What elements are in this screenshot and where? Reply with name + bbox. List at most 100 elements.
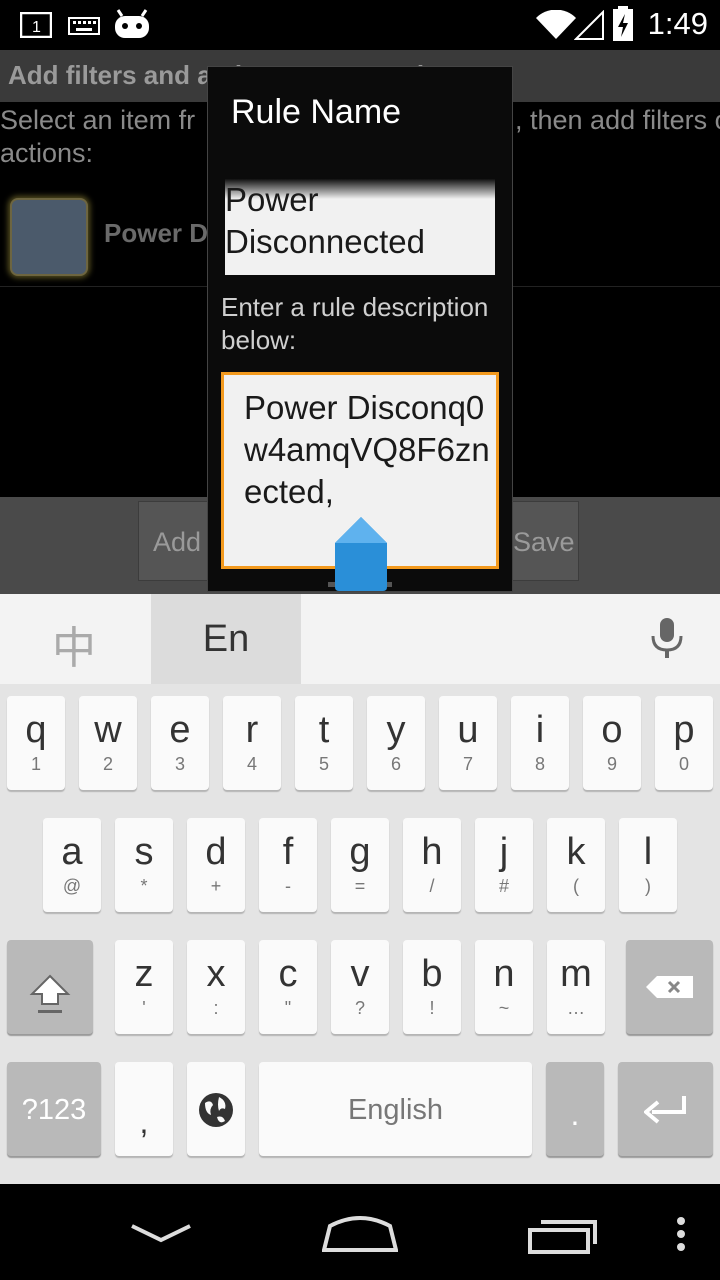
key-secondary-label: )	[645, 876, 651, 896]
key-y[interactable]: y6	[367, 696, 425, 790]
key-label: i	[535, 709, 545, 751]
shift-key[interactable]	[7, 940, 93, 1034]
notification-icon: 1	[19, 11, 53, 42]
rule-name-dialog: Rule Name Power Disconnected Enter a rul…	[207, 66, 513, 592]
key-label: t	[318, 709, 330, 751]
svg-text:1: 1	[32, 19, 41, 36]
key-secondary-label: 6	[390, 754, 401, 774]
menu-icon[interactable]	[676, 1216, 686, 1256]
symbols-key[interactable]: ?123	[7, 1062, 101, 1156]
keyboard-icon	[68, 16, 100, 40]
space-key[interactable]: English	[259, 1062, 532, 1156]
backspace-key[interactable]	[626, 940, 713, 1034]
key-label: v	[350, 953, 370, 995]
key-label: h	[421, 831, 443, 873]
key-label: p	[673, 709, 695, 751]
key-label: e	[169, 709, 191, 751]
mic-icon[interactable]	[650, 616, 684, 664]
key-l[interactable]: l)	[619, 818, 677, 912]
text-cursor-handle[interactable]	[335, 517, 387, 591]
globe-key[interactable]	[187, 1062, 245, 1156]
clock: 1:49	[647, 6, 708, 41]
key-secondary-label: 0	[678, 754, 689, 774]
key-secondary-label: ~	[498, 998, 510, 1018]
key-label: y	[386, 709, 406, 751]
enter-key[interactable]	[618, 1062, 713, 1156]
key-u[interactable]: u7	[439, 696, 497, 790]
lang-english-tab[interactable]: En	[151, 594, 301, 684]
key-b[interactable]: b!	[403, 940, 461, 1034]
key-r[interactable]: r4	[223, 696, 281, 790]
comma-key-label: ,	[139, 1104, 149, 1140]
key-label: d	[205, 831, 227, 873]
key-label: m	[560, 953, 592, 995]
description-label: Enter a rule description below:	[221, 292, 489, 355]
status-bar: 1 1:49	[0, 0, 720, 50]
key-secondary-label: #	[498, 876, 509, 896]
wifi-icon	[536, 9, 576, 44]
lang-chinese-tab[interactable]: 中	[0, 594, 150, 684]
key-secondary-label: 9	[606, 754, 617, 774]
key-secondary-label: *	[140, 876, 148, 896]
key-n[interactable]: n ~	[475, 940, 533, 1034]
key-p[interactable]: p0	[655, 696, 713, 790]
rule-name-value: Power Disconnected	[225, 181, 425, 260]
save-button[interactable]: Save	[512, 501, 579, 581]
key-label: n	[493, 953, 515, 995]
key-m[interactable]: m…	[547, 940, 605, 1034]
key-label: o	[601, 709, 623, 751]
key-w[interactable]: w2	[79, 696, 137, 790]
key-d[interactable]: d +	[187, 818, 245, 912]
key-s[interactable]: s *	[115, 818, 173, 912]
rule-item-label: Power Di	[104, 218, 216, 248]
key-label: s	[134, 831, 154, 873]
key-label: r	[245, 709, 259, 751]
key-secondary-label: "	[284, 998, 292, 1018]
space-key-label: English	[347, 1094, 444, 1126]
key-label: k	[566, 831, 586, 873]
key-e[interactable]: e3	[151, 696, 209, 790]
key-a[interactable]: a @	[43, 818, 101, 912]
key-i[interactable]: i8	[511, 696, 569, 790]
key-secondary-label: (	[573, 876, 579, 896]
backspace-icon	[645, 974, 695, 1005]
globe-icon	[197, 1091, 235, 1134]
key-secondary-label: +	[210, 876, 222, 896]
key-f[interactable]: f-	[259, 818, 317, 912]
key-secondary-label: 7	[462, 754, 473, 774]
key-label: c	[278, 953, 298, 995]
recents-icon[interactable]	[527, 1216, 599, 1260]
symbols-key-label: ?123	[21, 1094, 87, 1126]
period-key[interactable]: .	[546, 1062, 604, 1156]
key-v[interactable]: v?	[331, 940, 389, 1034]
period-key-label: .	[570, 1096, 580, 1132]
key-label: l	[643, 831, 653, 873]
instructions-right: , then add filters or	[515, 105, 720, 135]
back-icon[interactable]	[130, 1222, 192, 1250]
key-o[interactable]: o9	[583, 696, 641, 790]
key-secondary-label: :	[213, 998, 219, 1018]
signal-icon	[573, 9, 604, 44]
key-c[interactable]: c "	[259, 940, 317, 1034]
comma-key[interactable]: ,	[115, 1062, 173, 1156]
rule-description-value: Power Disconq0w4amqVQ8F6znected,	[244, 389, 490, 510]
key-t[interactable]: t5	[295, 696, 353, 790]
key-secondary-label: -	[285, 876, 291, 896]
key-q[interactable]: q1	[7, 696, 65, 790]
key-z[interactable]: z '	[115, 940, 173, 1034]
enter-icon	[642, 1094, 688, 1129]
key-secondary-label: ?	[354, 998, 365, 1018]
key-x[interactable]: x:	[187, 940, 245, 1034]
key-label: j	[499, 831, 509, 873]
key-g[interactable]: g =	[331, 818, 389, 912]
key-secondary-label: 4	[246, 754, 257, 774]
add-button[interactable]: Add	[138, 501, 210, 581]
key-h[interactable]: h /	[403, 818, 461, 912]
key-secondary-label: …	[567, 998, 585, 1018]
key-k[interactable]: k(	[547, 818, 605, 912]
key-label: w	[94, 709, 122, 751]
key-j[interactable]: j #	[475, 818, 533, 912]
home-icon[interactable]	[321, 1214, 399, 1258]
key-label: x	[206, 953, 226, 995]
key-secondary-label: 2	[102, 754, 113, 774]
